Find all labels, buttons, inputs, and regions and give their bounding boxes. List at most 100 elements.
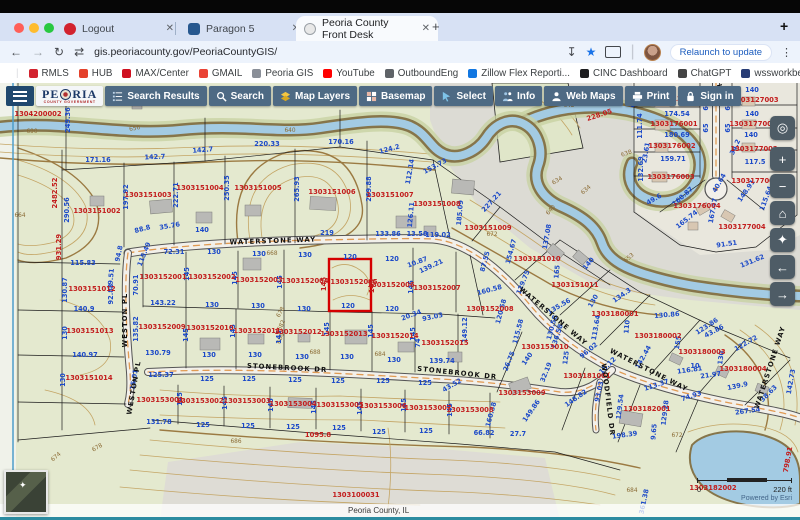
building-footprint bbox=[200, 338, 220, 350]
tab-close-icon[interactable]: ✕ bbox=[422, 23, 430, 34]
device-icon[interactable] bbox=[605, 46, 621, 58]
window-minimize-button[interactable] bbox=[29, 23, 39, 33]
building-footprint bbox=[196, 212, 212, 223]
bookmark-favicon bbox=[252, 69, 261, 78]
menu-hamburger-button[interactable] bbox=[6, 86, 34, 106]
bookmark-item[interactable]: RMLS bbox=[29, 68, 69, 79]
tab-close-icon[interactable]: ✕ bbox=[166, 23, 174, 34]
info-button[interactable]: Info bbox=[495, 86, 542, 106]
print-button[interactable]: Print bbox=[625, 86, 677, 106]
tab-favicon bbox=[304, 23, 316, 35]
lot-dimension-label: 159.71 bbox=[660, 155, 686, 163]
bookmark-item[interactable]: Peoria GIS bbox=[252, 68, 313, 79]
parcel-pin-label: 1303176003 bbox=[647, 173, 695, 181]
lot-dimension-label: 120 bbox=[341, 302, 355, 310]
zoom-out-button[interactable]: − bbox=[770, 174, 795, 198]
zoom-out-icon: − bbox=[779, 179, 787, 194]
building-footprint bbox=[245, 205, 261, 216]
lot-dimension-label: 125 bbox=[286, 423, 300, 431]
compass-button[interactable]: ✦ bbox=[770, 228, 795, 252]
building-footprint bbox=[149, 199, 172, 214]
zoom-in-button[interactable]: + bbox=[770, 147, 795, 171]
parcel-pin-label: 1303152007 bbox=[413, 284, 461, 292]
bookmark-item[interactable]: MAX/Center bbox=[122, 68, 188, 79]
peoria-county-logo: PERIA COUNTY GOVERNMENT bbox=[36, 86, 103, 106]
window-close-button[interactable] bbox=[14, 23, 24, 33]
lot-dimension-label: 115.83 bbox=[70, 259, 96, 267]
lot-dimension-label: 65 bbox=[702, 123, 710, 133]
gis-map-viewport[interactable]: 6906566406486426386346346406536686726886… bbox=[0, 83, 800, 520]
lot-dimension-label: 120 bbox=[385, 255, 399, 263]
lot-dimension-label: 125 bbox=[242, 375, 256, 383]
bookmark-item[interactable]: YouTube bbox=[323, 68, 375, 79]
parcel-pin-label: 1303153010 bbox=[521, 343, 569, 351]
building-footprint bbox=[310, 196, 337, 210]
bookmark-label: ChatGPT bbox=[691, 68, 732, 79]
select-button[interactable]: Select bbox=[434, 86, 492, 106]
map-layers-button[interactable]: Map Layers bbox=[273, 86, 357, 106]
lot-dimension-label: 165 bbox=[552, 264, 561, 279]
lot-dimension-label: 130 bbox=[205, 301, 219, 309]
web-maps-button[interactable]: Web Maps bbox=[544, 86, 622, 106]
map-controls: ◎ + − ⌂ ✦ ← → bbox=[770, 116, 795, 306]
url-text[interactable]: gis.peoriacounty.gov/PeoriaCountyGIS/ bbox=[94, 46, 277, 58]
bookmark-label: OutboundEng bbox=[398, 68, 458, 79]
lot-dimension-label: 249.36 bbox=[64, 107, 72, 133]
parcel-pin-label: 1303151013 bbox=[66, 327, 114, 335]
bookmark-item[interactable]: GMAIL bbox=[199, 68, 243, 79]
parcel-pin-label: 1303176002 bbox=[648, 142, 696, 150]
previous-extent-button[interactable]: ← bbox=[770, 255, 795, 279]
lot-dimension-label: 125 bbox=[419, 427, 433, 435]
profile-avatar[interactable] bbox=[644, 44, 661, 61]
new-tab-button-right[interactable]: + bbox=[780, 18, 788, 34]
contour-elevation-label: 684 bbox=[626, 488, 637, 494]
lot-dimension-label: 125 bbox=[418, 379, 432, 387]
install-icon[interactable]: ↧ bbox=[567, 45, 577, 59]
forward-icon[interactable]: → bbox=[32, 45, 44, 59]
tab-favicon bbox=[64, 23, 76, 35]
relaunch-button[interactable]: Relaunch to update bbox=[670, 44, 772, 61]
parcel-pin-label: 145 bbox=[368, 279, 376, 293]
parcel-map[interactable]: 6906566406486426386346346406536686726886… bbox=[0, 83, 800, 520]
bookmark-item[interactable]: HUB bbox=[79, 68, 113, 79]
person-icon bbox=[551, 91, 562, 102]
overview-inset-map[interactable] bbox=[4, 470, 48, 514]
home-button[interactable]: ⌂ bbox=[770, 201, 795, 225]
tab-logout[interactable]: Logout ✕ bbox=[56, 16, 182, 41]
site-settings-icon[interactable]: ⇄ bbox=[74, 45, 84, 59]
tab-paragon5[interactable]: Paragon 5 ✕ bbox=[180, 16, 308, 41]
new-tab-button[interactable]: + bbox=[432, 19, 440, 34]
sign-in-button[interactable]: Sign in bbox=[678, 86, 740, 106]
menu-dots-icon[interactable]: ⋮ bbox=[781, 46, 792, 59]
bookmark-favicon bbox=[29, 69, 38, 78]
search-results-button[interactable]: Search Results bbox=[105, 86, 206, 106]
bookmark-favicon bbox=[122, 69, 131, 78]
lot-dimension-label: 120 bbox=[343, 253, 357, 261]
bookmark-item[interactable]: CINC Dashboard bbox=[580, 68, 668, 79]
bookmark-item[interactable]: OutboundEng bbox=[385, 68, 458, 79]
parcel-pin-label: 1303151008 bbox=[413, 200, 461, 208]
info-icon bbox=[502, 91, 513, 102]
parcel-pin-label: 1303151011 bbox=[551, 281, 599, 289]
parcel-pin-label: 1303100031 bbox=[332, 491, 380, 499]
parcel-pin-label: 1303176004 bbox=[673, 202, 721, 210]
search-button[interactable]: Search bbox=[209, 86, 271, 106]
parcel-pin-label: 1303153009 bbox=[498, 389, 546, 397]
bookmark-item[interactable]: wssworkbench.com bbox=[741, 68, 800, 79]
bookmark-item[interactable]: ChatGPT bbox=[678, 68, 732, 79]
bookmark-favicon bbox=[580, 69, 589, 78]
bookmark-item[interactable]: Zillow Flex Reporti... bbox=[468, 68, 570, 79]
reload-icon[interactable]: ↻ bbox=[54, 45, 64, 59]
parcel-pin-label: 1303153003 bbox=[223, 397, 271, 405]
tab-peoria-county-front-desk[interactable]: Peoria County Front Desk ✕ bbox=[296, 16, 438, 41]
parcel-pin-label: 1303152012 bbox=[274, 328, 322, 336]
bookmark-star-icon[interactable]: ★ bbox=[586, 45, 597, 59]
basemap-button[interactable]: Basemap bbox=[359, 86, 432, 106]
next-extent-button[interactable]: → bbox=[770, 282, 795, 306]
attribution-text: Peoria County, IL bbox=[348, 506, 409, 515]
back-icon[interactable]: ← bbox=[10, 45, 22, 59]
lot-dimension-label: 220.33 bbox=[254, 140, 280, 148]
window-zoom-button[interactable] bbox=[44, 23, 54, 33]
locate-button[interactable]: ◎ bbox=[770, 116, 795, 140]
lot-dimension-label: 27.7 bbox=[510, 430, 527, 438]
